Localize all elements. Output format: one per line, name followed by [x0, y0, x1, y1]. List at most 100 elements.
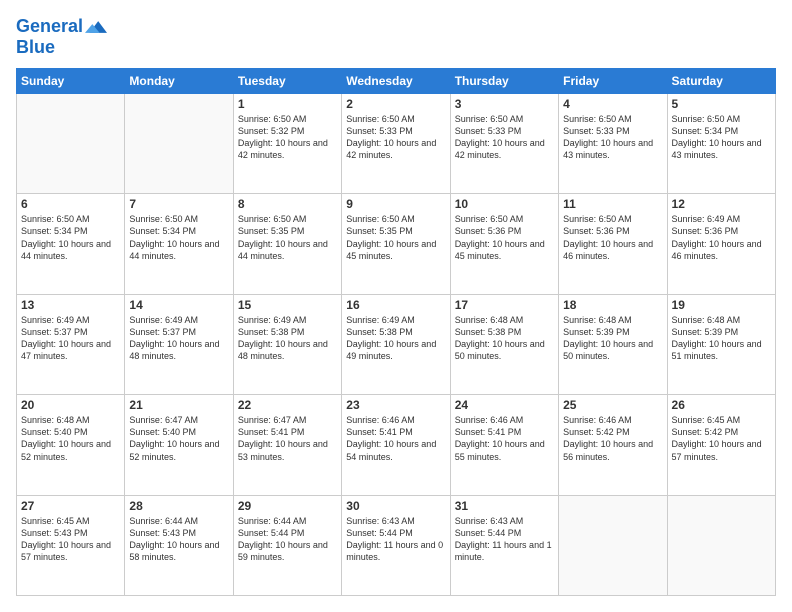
day-info: Sunrise: 6:47 AM Sunset: 5:40 PM Dayligh… [129, 414, 228, 463]
calendar-cell: 25 Sunrise: 6:46 AM Sunset: 5:42 PM Dayli… [559, 395, 667, 495]
calendar-cell: 15 Sunrise: 6:49 AM Sunset: 5:38 PM Dayli… [233, 294, 341, 394]
col-header-sunday: Sunday [17, 68, 125, 93]
day-info: Sunrise: 6:45 AM Sunset: 5:42 PM Dayligh… [672, 414, 771, 463]
calendar-cell: 20Sunrise: 6:48 AM Sunset: 5:40 PM Dayli… [17, 395, 125, 495]
day-info: Sunrise: 6:50 AM Sunset: 5:33 PM Dayligh… [563, 113, 662, 162]
calendar-cell: 30 Sunrise: 6:43 AM Sunset: 5:44 PM Dayli… [342, 495, 450, 595]
col-header-thursday: Thursday [450, 68, 558, 93]
col-header-monday: Monday [125, 68, 233, 93]
day-number: 26 [672, 398, 771, 412]
calendar-cell: 23 Sunrise: 6:46 AM Sunset: 5:41 PM Dayli… [342, 395, 450, 495]
calendar-cell: 5 Sunrise: 6:50 AM Sunset: 5:34 PM Daylig… [667, 93, 775, 193]
calendar-cell: 29 Sunrise: 6:44 AM Sunset: 5:44 PM Dayli… [233, 495, 341, 595]
day-number: 5 [672, 97, 771, 111]
calendar-cell: 12Sunrise: 6:49 AM Sunset: 5:36 PM Dayli… [667, 194, 775, 294]
calendar-cell: 21 Sunrise: 6:47 AM Sunset: 5:40 PM Dayli… [125, 395, 233, 495]
day-number: 27 [21, 499, 120, 513]
day-info: Sunrise: 6:50 AM Sunset: 5:36 PM Dayligh… [563, 213, 662, 262]
calendar-cell: 10 Sunrise: 6:50 AM Sunset: 5:36 PM Dayli… [450, 194, 558, 294]
day-number: 6 [21, 197, 120, 211]
calendar-cell: 4 Sunrise: 6:50 AM Sunset: 5:33 PM Daylig… [559, 93, 667, 193]
calendar-cell: 13 Sunrise: 6:49 AM Sunset: 5:37 PM Dayli… [17, 294, 125, 394]
day-number: 20 [21, 398, 120, 412]
calendar-cell: 19Sunrise: 6:48 AM Sunset: 5:39 PM Dayli… [667, 294, 775, 394]
day-info: Sunrise: 6:50 AM Sunset: 5:36 PM Dayligh… [455, 213, 554, 262]
calendar-cell: 22Sunrise: 6:47 AM Sunset: 5:41 PM Dayli… [233, 395, 341, 495]
day-number: 9 [346, 197, 445, 211]
calendar-table: SundayMondayTuesdayWednesdayThursdayFrid… [16, 68, 776, 596]
day-info: Sunrise: 6:43 AM Sunset: 5:44 PM Dayligh… [346, 515, 445, 564]
day-number: 29 [238, 499, 337, 513]
day-number: 8 [238, 197, 337, 211]
calendar-cell: 26 Sunrise: 6:45 AM Sunset: 5:42 PM Dayli… [667, 395, 775, 495]
day-number: 10 [455, 197, 554, 211]
day-number: 14 [129, 298, 228, 312]
day-number: 4 [563, 97, 662, 111]
logo-icon [85, 16, 107, 38]
calendar-cell [17, 93, 125, 193]
day-info: Sunrise: 6:44 AM Sunset: 5:43 PM Dayligh… [129, 515, 228, 564]
day-info: Sunrise: 6:46 AM Sunset: 5:42 PM Dayligh… [563, 414, 662, 463]
day-number: 30 [346, 499, 445, 513]
day-info: Sunrise: 6:50 AM Sunset: 5:34 PM Dayligh… [21, 213, 120, 262]
day-info: Sunrise: 6:49 AM Sunset: 5:38 PM Dayligh… [238, 314, 337, 363]
day-number: 21 [129, 398, 228, 412]
calendar-cell: 14 Sunrise: 6:49 AM Sunset: 5:37 PM Dayli… [125, 294, 233, 394]
day-number: 22 [238, 398, 337, 412]
day-info: Sunrise: 6:46 AM Sunset: 5:41 PM Dayligh… [346, 414, 445, 463]
col-header-wednesday: Wednesday [342, 68, 450, 93]
calendar-cell [559, 495, 667, 595]
day-info: Sunrise: 6:43 AM Sunset: 5:44 PM Dayligh… [455, 515, 554, 564]
col-header-saturday: Saturday [667, 68, 775, 93]
calendar-cell: 1Sunrise: 6:50 AM Sunset: 5:32 PM Daylig… [233, 93, 341, 193]
day-info: Sunrise: 6:50 AM Sunset: 5:35 PM Dayligh… [238, 213, 337, 262]
day-number: 15 [238, 298, 337, 312]
calendar-cell: 27 Sunrise: 6:45 AM Sunset: 5:43 PM Dayli… [17, 495, 125, 595]
col-header-friday: Friday [559, 68, 667, 93]
calendar-cell: 17Sunrise: 6:48 AM Sunset: 5:38 PM Dayli… [450, 294, 558, 394]
day-number: 3 [455, 97, 554, 111]
day-number: 2 [346, 97, 445, 111]
day-info: Sunrise: 6:49 AM Sunset: 5:37 PM Dayligh… [129, 314, 228, 363]
calendar-cell: 28Sunrise: 6:44 AM Sunset: 5:43 PM Dayli… [125, 495, 233, 595]
week-row-1: 1Sunrise: 6:50 AM Sunset: 5:32 PM Daylig… [17, 93, 776, 193]
day-number: 18 [563, 298, 662, 312]
page: General Blue SundayMondayTuesdayWednesda… [0, 0, 792, 612]
logo: General Blue [16, 16, 107, 58]
day-info: Sunrise: 6:49 AM Sunset: 5:36 PM Dayligh… [672, 213, 771, 262]
logo-text: General [16, 17, 83, 37]
calendar-cell: 6 Sunrise: 6:50 AM Sunset: 5:34 PM Daylig… [17, 194, 125, 294]
calendar-cell: 11 Sunrise: 6:50 AM Sunset: 5:36 PM Dayli… [559, 194, 667, 294]
day-number: 7 [129, 197, 228, 211]
day-number: 24 [455, 398, 554, 412]
week-row-4: 20Sunrise: 6:48 AM Sunset: 5:40 PM Dayli… [17, 395, 776, 495]
calendar-cell: 31 Sunrise: 6:43 AM Sunset: 5:44 PM Dayli… [450, 495, 558, 595]
calendar-cell: 18Sunrise: 6:48 AM Sunset: 5:39 PM Dayli… [559, 294, 667, 394]
calendar-cell: 3 Sunrise: 6:50 AM Sunset: 5:33 PM Daylig… [450, 93, 558, 193]
day-info: Sunrise: 6:50 AM Sunset: 5:34 PM Dayligh… [672, 113, 771, 162]
day-number: 25 [563, 398, 662, 412]
week-row-2: 6 Sunrise: 6:50 AM Sunset: 5:34 PM Daylig… [17, 194, 776, 294]
day-info: Sunrise: 6:49 AM Sunset: 5:37 PM Dayligh… [21, 314, 120, 363]
day-info: Sunrise: 6:45 AM Sunset: 5:43 PM Dayligh… [21, 515, 120, 564]
day-info: Sunrise: 6:50 AM Sunset: 5:33 PM Dayligh… [346, 113, 445, 162]
calendar-cell: 9 Sunrise: 6:50 AM Sunset: 5:35 PM Daylig… [342, 194, 450, 294]
day-info: Sunrise: 6:46 AM Sunset: 5:41 PM Dayligh… [455, 414, 554, 463]
day-number: 1 [238, 97, 337, 111]
day-info: Sunrise: 6:44 AM Sunset: 5:44 PM Dayligh… [238, 515, 337, 564]
calendar-cell: 24 Sunrise: 6:46 AM Sunset: 5:41 PM Dayli… [450, 395, 558, 495]
day-number: 11 [563, 197, 662, 211]
day-number: 16 [346, 298, 445, 312]
day-number: 13 [21, 298, 120, 312]
calendar-cell: 16Sunrise: 6:49 AM Sunset: 5:38 PM Dayli… [342, 294, 450, 394]
day-info: Sunrise: 6:50 AM Sunset: 5:35 PM Dayligh… [346, 213, 445, 262]
calendar-cell: 2 Sunrise: 6:50 AM Sunset: 5:33 PM Daylig… [342, 93, 450, 193]
day-info: Sunrise: 6:48 AM Sunset: 5:38 PM Dayligh… [455, 314, 554, 363]
logo-blue-text: Blue [16, 38, 107, 58]
col-header-tuesday: Tuesday [233, 68, 341, 93]
day-info: Sunrise: 6:48 AM Sunset: 5:39 PM Dayligh… [672, 314, 771, 363]
day-number: 23 [346, 398, 445, 412]
day-info: Sunrise: 6:50 AM Sunset: 5:33 PM Dayligh… [455, 113, 554, 162]
calendar-cell: 8 Sunrise: 6:50 AM Sunset: 5:35 PM Daylig… [233, 194, 341, 294]
day-number: 31 [455, 499, 554, 513]
